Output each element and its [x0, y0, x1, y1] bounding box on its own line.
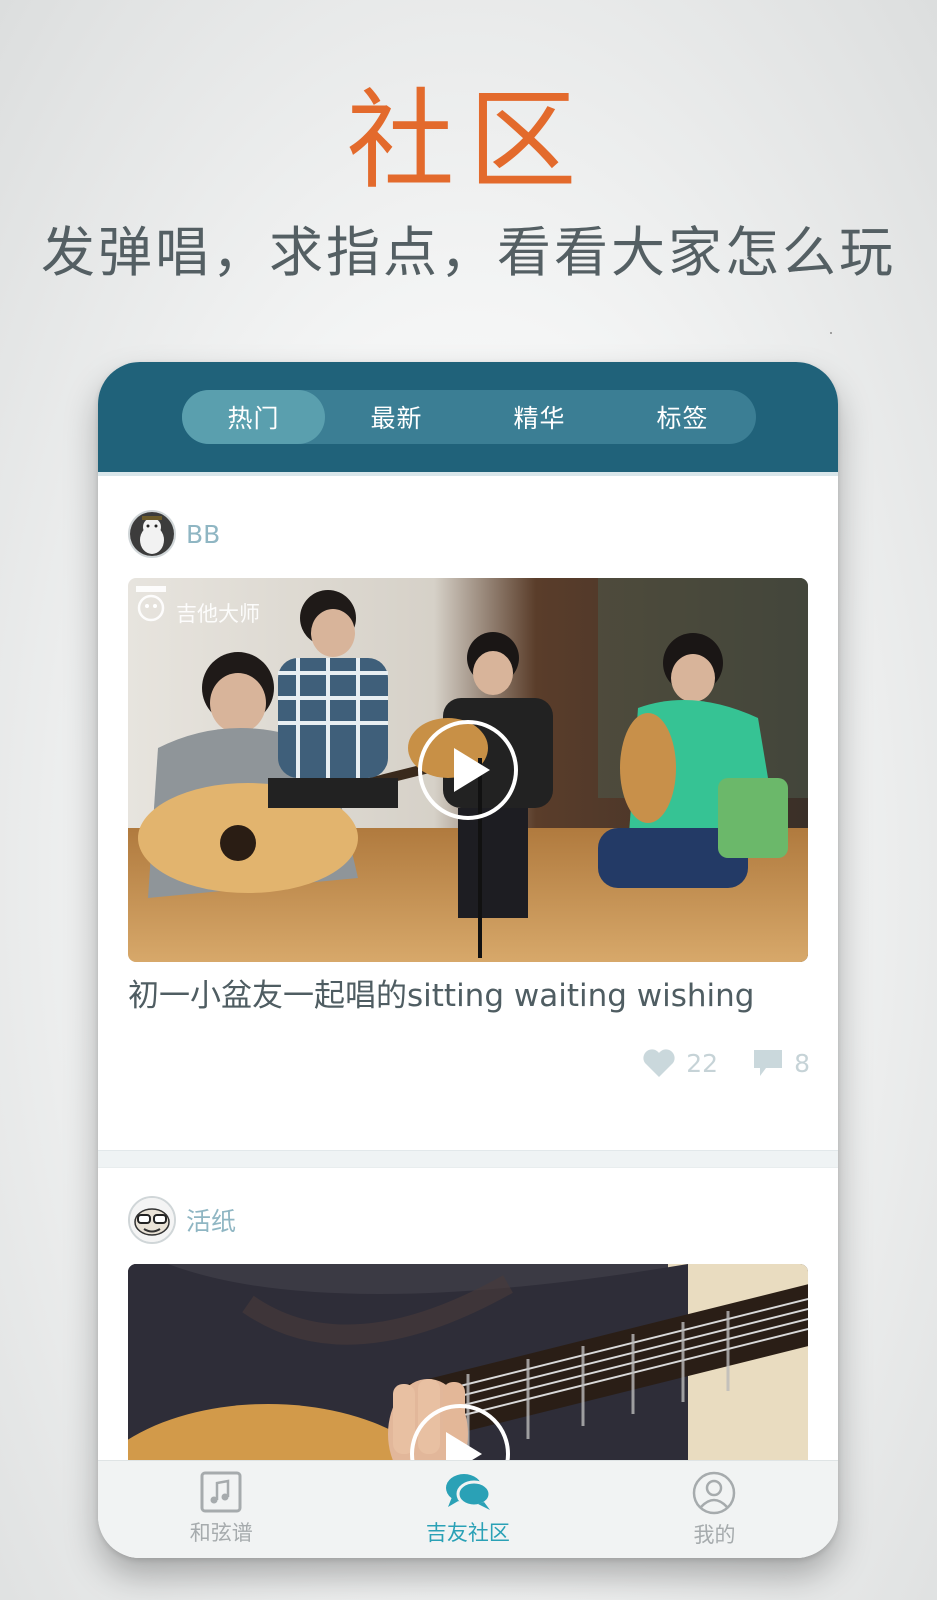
avatar[interactable] [128, 1196, 176, 1244]
tab-community[interactable]: 吉友社区 [345, 1461, 592, 1558]
user-profile-icon [693, 1471, 736, 1515]
heart-icon[interactable] [642, 1048, 676, 1078]
author-name[interactable]: BB [186, 520, 220, 549]
bottom-tab-bar: 和弦谱 吉友社区 我的 [98, 1460, 838, 1558]
tab-featured[interactable]: 精华 [468, 390, 611, 444]
tab-me[interactable]: 我的 [591, 1461, 838, 1558]
chat-bubbles-icon [445, 1474, 492, 1510]
tab-chord-charts[interactable]: 和弦谱 [98, 1461, 345, 1558]
guitar-master-logo-icon [136, 586, 166, 622]
decorative-dot [830, 332, 832, 334]
tab-hot[interactable]: 热门 [182, 390, 325, 444]
comment-icon[interactable] [752, 1048, 784, 1078]
top-bar: 热门 最新 精华 标签 [98, 362, 838, 472]
comment-count: 8 [794, 1048, 810, 1078]
video-thumbnail[interactable] [128, 1264, 808, 1476]
play-icon [454, 748, 490, 792]
hero-subtitle: 发弹唱，求指点，看看大家怎么玩 [41, 221, 896, 284]
post-author[interactable]: BB [128, 510, 220, 558]
post-stats: 22 8 [642, 1048, 810, 1078]
music-note-icon [200, 1471, 242, 1513]
author-name[interactable]: 活纸 [186, 1202, 236, 1238]
tab-label: 我的 [693, 1523, 736, 1547]
video-watermark: 吉他大师 [176, 602, 260, 626]
post-separator [98, 1150, 838, 1168]
hero-title: 社区 [346, 79, 591, 204]
tab-label: 吉友社区 [425, 1521, 510, 1545]
like-stat[interactable]: 22 [642, 1048, 718, 1078]
video-thumbnail[interactable]: 吉他大师 [128, 578, 808, 962]
post-title[interactable]: 初一小盆友一起唱的sitting waiting wishing [128, 976, 818, 1016]
phone-frame: 热门 最新 精华 标签 BB 吉他大师 初一小盆友一起唱的sitting wai… [98, 362, 838, 1558]
tab-tags[interactable]: 标签 [611, 390, 754, 444]
comment-stat[interactable]: 8 [752, 1048, 810, 1078]
post-card[interactable]: BB 吉他大师 初一小盆友一起唱的sitting waiting wishing… [98, 476, 838, 1150]
segmented-tabs: 热门 最新 精华 标签 [182, 390, 756, 444]
tab-label: 和弦谱 [189, 1521, 253, 1545]
play-button[interactable] [418, 720, 518, 820]
post-card[interactable]: 活纸 [98, 1168, 838, 1476]
tab-latest[interactable]: 最新 [325, 390, 468, 444]
post-author[interactable]: 活纸 [128, 1196, 236, 1244]
avatar[interactable] [128, 510, 176, 558]
post-feed[interactable]: BB 吉他大师 初一小盆友一起唱的sitting waiting wishing… [98, 476, 838, 1476]
like-count: 22 [686, 1048, 719, 1078]
